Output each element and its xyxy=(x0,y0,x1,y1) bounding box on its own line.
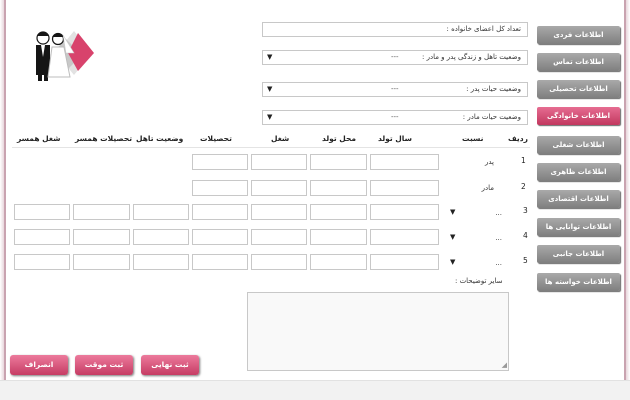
job-input[interactable] xyxy=(251,229,307,245)
final-submit-button[interactable]: ثبت نهایی xyxy=(141,355,199,375)
chevron-down-icon[interactable]: ▼ xyxy=(450,258,455,266)
page-edge-right xyxy=(624,0,630,400)
spouse-job-input[interactable] xyxy=(14,229,70,245)
temp-submit-button[interactable]: ثبت موقت xyxy=(75,355,133,375)
relation-label: ... xyxy=(495,209,502,217)
header-education: تحصیلات xyxy=(200,134,232,143)
header-relation: نسبت xyxy=(462,134,484,143)
birth-year-input[interactable] xyxy=(370,154,439,170)
sidebar-item-education[interactable]: اطلاعات تحصیلی xyxy=(537,80,620,98)
birth-place-input[interactable] xyxy=(310,180,367,196)
relation-label: پدر xyxy=(484,158,494,166)
bride-groom-icon xyxy=(22,23,102,83)
total-members-label: تعداد کل اعضای خانواده : xyxy=(446,25,521,33)
chevron-down-icon: ▼ xyxy=(267,85,273,93)
relation-label: مادر xyxy=(481,184,494,192)
education-input[interactable] xyxy=(192,254,248,270)
chevron-down-icon: ▼ xyxy=(267,113,273,121)
education-input[interactable] xyxy=(192,180,248,196)
father-life-label: وضعیت حیات پدر : xyxy=(466,85,521,93)
sidebar-item-wishes[interactable]: اطلاعات خواسته ها xyxy=(537,273,620,291)
parents-marital-select[interactable]: ▼ --- وضعیت تاهل و زندگی پدر و مادر : xyxy=(262,50,528,65)
row-number: 3 xyxy=(523,206,528,215)
sidebar-item-personal[interactable]: اطلاعات فردی xyxy=(537,26,620,44)
header-row: ردیف xyxy=(508,134,528,143)
birth-year-input[interactable] xyxy=(370,204,439,220)
sidebar-item-economic[interactable]: اطلاعات اقتصادی xyxy=(537,190,620,208)
sidebar-item-side-info[interactable]: اطلاعات جانبی xyxy=(537,245,620,263)
education-input[interactable] xyxy=(192,229,248,245)
table-header-divider xyxy=(12,147,530,148)
chevron-down-icon: ▼ xyxy=(267,53,273,61)
spouse-job-input[interactable] xyxy=(14,204,70,220)
marital-input[interactable] xyxy=(133,229,189,245)
cancel-button[interactable]: انصراف xyxy=(10,355,68,375)
birth-year-input[interactable] xyxy=(370,229,439,245)
parents-marital-label: وضعیت تاهل و زندگی پدر و مادر : xyxy=(421,53,521,61)
birth-place-input[interactable] xyxy=(310,204,367,220)
mother-life-value: --- xyxy=(391,113,399,121)
job-input[interactable] xyxy=(251,180,307,196)
resize-grip-icon[interactable]: ◢ xyxy=(502,361,507,369)
header-birth-place: محل تولد xyxy=(322,134,357,143)
marital-input[interactable] xyxy=(133,254,189,270)
header-marital: وضعیت تاهل xyxy=(136,134,184,143)
father-life-select[interactable]: ▼ --- وضعیت حیات پدر : xyxy=(262,82,528,97)
mother-life-label: وضعیت حیات مادر : xyxy=(462,113,521,121)
job-input[interactable] xyxy=(251,154,307,170)
header-spouse-education: تحصیلات همسر xyxy=(75,134,133,143)
mother-life-select[interactable]: ▼ --- وضعیت حیات مادر : xyxy=(262,110,528,125)
spouse-education-input[interactable] xyxy=(73,254,130,270)
header-job: شغل xyxy=(271,134,290,143)
education-input[interactable] xyxy=(192,204,248,220)
notes-label: سایر توضیحات : xyxy=(455,277,503,285)
birth-year-input[interactable] xyxy=(370,254,439,270)
relation-label: ... xyxy=(495,234,502,242)
sidebar-item-appearance[interactable]: اطلاعات ظاهری xyxy=(537,163,620,181)
job-input[interactable] xyxy=(251,204,307,220)
header-spouse-job: شغل همسر xyxy=(17,134,61,143)
sidebar-item-abilities[interactable]: اطلاعات توانایی ها xyxy=(537,218,620,236)
spouse-job-input[interactable] xyxy=(14,254,70,270)
chevron-down-icon[interactable]: ▼ xyxy=(450,233,455,241)
total-members-field[interactable]: تعداد کل اعضای خانواده : xyxy=(262,22,528,37)
parents-marital-value: --- xyxy=(391,53,399,61)
page-edge-left xyxy=(0,0,6,400)
job-input[interactable] xyxy=(251,254,307,270)
notes-textarea[interactable]: ◢ xyxy=(247,292,509,371)
chevron-down-icon[interactable]: ▼ xyxy=(450,208,455,216)
sidebar-item-family[interactable]: اطلاعات خانوادگی xyxy=(537,107,620,125)
spouse-education-input[interactable] xyxy=(73,204,130,220)
sidebar-item-contact[interactable]: اطلاعات تماس xyxy=(537,53,620,71)
birth-place-input[interactable] xyxy=(310,229,367,245)
footer-band xyxy=(0,380,630,400)
row-number: 4 xyxy=(523,231,528,240)
marital-input[interactable] xyxy=(133,204,189,220)
row-number: 5 xyxy=(523,256,528,265)
row-number: 2 xyxy=(521,182,526,191)
birth-year-input[interactable] xyxy=(370,180,439,196)
birth-place-input[interactable] xyxy=(310,254,367,270)
relation-label: ... xyxy=(495,259,502,267)
header-birth-year: سال تولد xyxy=(378,134,412,143)
sidebar-item-job[interactable]: اطلاعات شغلی xyxy=(537,136,620,154)
education-input[interactable] xyxy=(192,154,248,170)
row-number: 1 xyxy=(521,156,526,165)
spouse-education-input[interactable] xyxy=(73,229,130,245)
birth-place-input[interactable] xyxy=(310,154,367,170)
father-life-value: --- xyxy=(391,85,399,93)
